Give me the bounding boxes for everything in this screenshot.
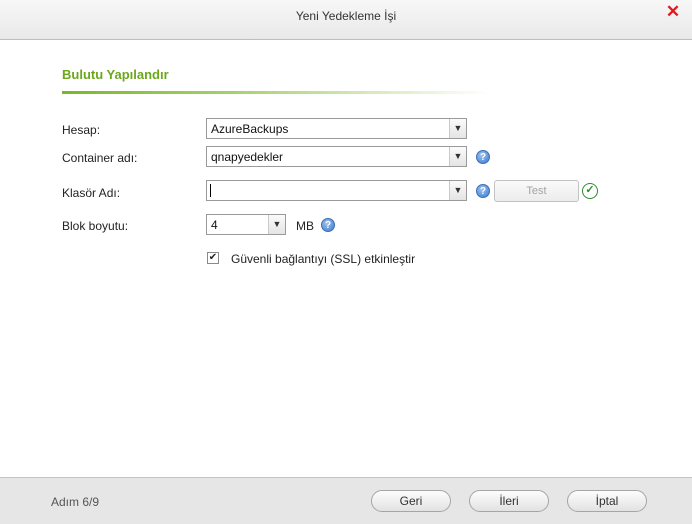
container-select-value: qnapyedekler (211, 150, 284, 164)
container-select[interactable]: qnapyedekler ▼ (206, 146, 467, 167)
ssl-checkbox-label[interactable]: Güvenli bağlantıyı (SSL) etkinleştir (231, 252, 415, 266)
help-icon[interactable]: ? (476, 150, 490, 164)
help-icon[interactable]: ? (476, 184, 490, 198)
chevron-down-icon[interactable]: ▼ (449, 119, 466, 138)
account-select[interactable]: AzureBackups ▼ (206, 118, 467, 139)
account-label: Hesap: (62, 123, 101, 137)
check-circle-icon: ✓ (582, 183, 598, 199)
help-icon[interactable]: ? (321, 218, 335, 232)
dialog-titlebar: Yeni Yedekleme İşi ✕ (0, 0, 692, 40)
account-select-value: AzureBackups (211, 122, 289, 136)
close-icon[interactable]: ✕ (665, 3, 681, 20)
text-cursor (210, 184, 211, 197)
section-title: Bulutu Yapılandır (62, 67, 169, 82)
test-button[interactable]: Test (494, 180, 579, 202)
block-size-label: Blok boyutu: (62, 219, 129, 233)
block-size-select[interactable]: 4 ▼ (206, 214, 286, 235)
cancel-button[interactable]: İptal (567, 490, 647, 512)
next-button[interactable]: İleri (469, 490, 549, 512)
chevron-down-icon[interactable]: ▼ (449, 181, 466, 200)
block-size-unit: MB (296, 219, 314, 233)
block-size-value: 4 (211, 218, 218, 232)
dialog-title: Yeni Yedekleme İşi (295, 9, 397, 23)
container-label: Container adı: (62, 151, 138, 165)
dialog-footer: Adım 6/9 Geri İleri İptal (0, 477, 692, 524)
folder-label: Klasör Adı: (62, 186, 121, 200)
step-indicator: Adım 6/9 (51, 495, 100, 509)
chevron-down-icon[interactable]: ▼ (268, 215, 285, 234)
section-divider (62, 91, 490, 94)
back-button[interactable]: Geri (371, 490, 451, 512)
ssl-checkbox[interactable]: ✔ (207, 252, 219, 264)
chevron-down-icon[interactable]: ▼ (449, 147, 466, 166)
folder-input[interactable]: ▼ (206, 180, 467, 201)
dialog-content: Bulutu Yapılandır Hesap: AzureBackups ▼ … (0, 40, 692, 477)
